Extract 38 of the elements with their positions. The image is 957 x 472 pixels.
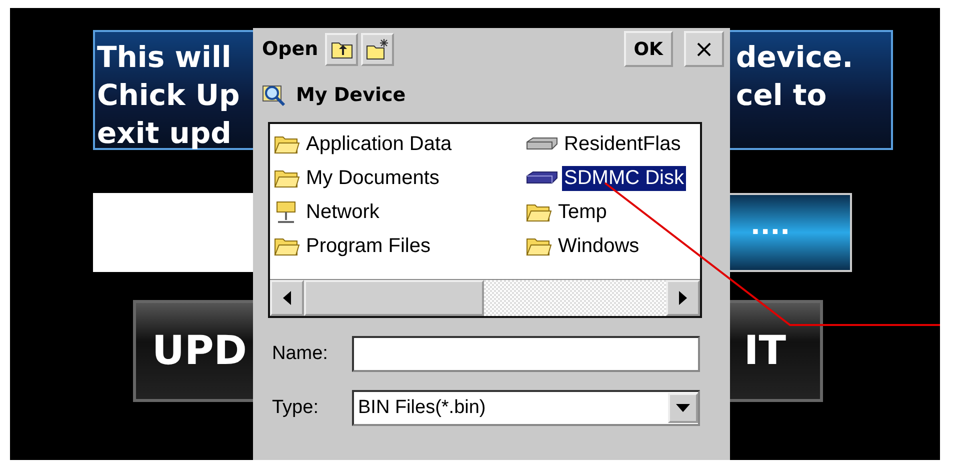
right-arrow-icon: [679, 291, 687, 305]
folder-icon: [274, 168, 300, 188]
caret-icon: [676, 404, 690, 412]
message-text: cel to: [736, 77, 828, 114]
magnifier-folder-icon: [262, 83, 286, 107]
name-label: Name:: [272, 343, 329, 365]
type-label: Type:: [272, 397, 320, 419]
type-dropdown[interactable]: BIN Files(*.bin): [352, 390, 700, 426]
name-field[interactable]: [352, 336, 700, 372]
folder-icon: [274, 134, 300, 154]
message-text: This will: [97, 39, 232, 76]
scroll-right-button[interactable]: [666, 280, 700, 316]
file-item[interactable]: Windows: [526, 229, 700, 263]
dialog-title: Open: [262, 38, 318, 60]
message-text: Chick Up: [97, 77, 240, 114]
folder-icon: [526, 236, 552, 256]
up-folder-button[interactable]: [325, 32, 358, 66]
ok-button[interactable]: OK: [624, 31, 673, 67]
left-arrow-icon: [283, 291, 291, 305]
file-item[interactable]: My Documents: [274, 161, 526, 195]
file-item[interactable]: ResidentFlas: [526, 127, 700, 161]
drive-icon: [526, 137, 558, 151]
folder-icon: [526, 202, 552, 222]
dropdown-button[interactable]: [668, 393, 698, 423]
new-folder-button[interactable]: [361, 32, 394, 66]
location-label: My Device: [296, 84, 406, 106]
file-item[interactable]: Network: [274, 195, 526, 229]
new-folder-icon: [366, 38, 390, 60]
file-item[interactable]: Application Data: [274, 127, 526, 161]
storage-card-icon: [526, 171, 558, 185]
scroll-left-button[interactable]: [270, 280, 304, 316]
horizontal-scrollbar[interactable]: [270, 279, 700, 316]
file-item[interactable]: Program Files: [274, 229, 526, 263]
close-button[interactable]: ×: [684, 31, 724, 67]
file-item[interactable]: Temp: [526, 195, 700, 229]
folder-icon: [274, 236, 300, 256]
message-text: exit upd: [97, 115, 232, 152]
message-text: device.: [736, 39, 854, 76]
